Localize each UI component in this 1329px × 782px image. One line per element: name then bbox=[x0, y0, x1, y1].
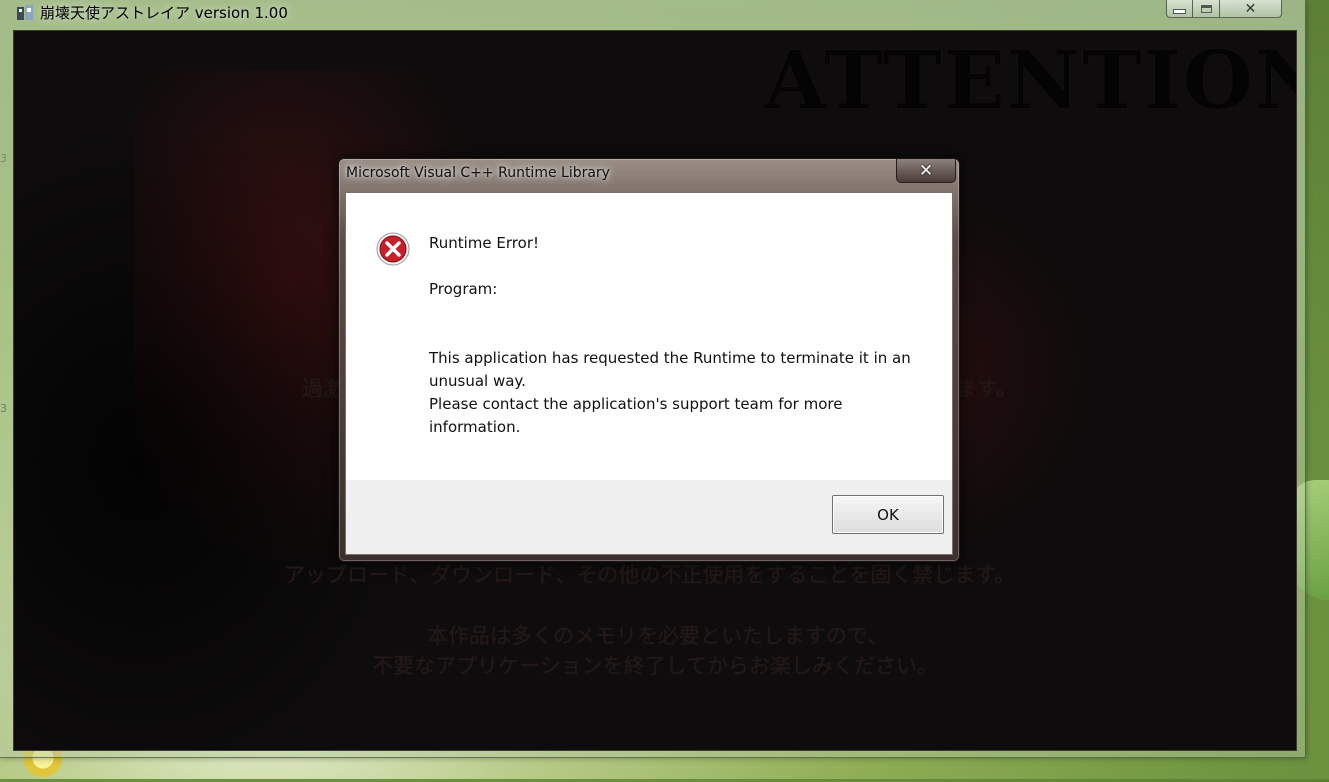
ok-button[interactable]: OK bbox=[832, 495, 944, 534]
maximize-icon bbox=[1200, 4, 1212, 13]
error-icon bbox=[376, 232, 410, 266]
error-heading: Runtime Error! bbox=[429, 234, 539, 252]
dialog-close-button[interactable]: ✕ bbox=[896, 159, 956, 183]
dialog-body: Runtime Error! Program: This application… bbox=[345, 192, 953, 555]
minimize-icon bbox=[1173, 9, 1186, 14]
attention-heading: ATTENTION bbox=[764, 33, 1297, 127]
error-message-line: Please contact the application's support… bbox=[429, 395, 843, 436]
background-text: 不要なアプリケーションを終了してからお楽しみください。 bbox=[372, 654, 938, 678]
app-titlebar[interactable]: 崩壊天使アストレイア version 1.00 ✕ bbox=[0, 0, 1305, 28]
minimize-button[interactable] bbox=[1166, 0, 1193, 18]
window-close-button[interactable]: ✕ bbox=[1220, 0, 1282, 18]
background-text: アップロード、ダウンロード、その他の不正使用をすることを固く禁じます。 bbox=[284, 563, 1016, 587]
runtime-error-dialog: Microsoft Visual C++ Runtime Library ✕ R… bbox=[338, 158, 960, 562]
close-icon: ✕ bbox=[1244, 0, 1257, 17]
app-icon bbox=[17, 5, 33, 20]
program-label: Program: bbox=[429, 280, 498, 298]
dialog-button-panel: OK bbox=[346, 480, 952, 554]
maximize-button[interactable] bbox=[1193, 0, 1220, 18]
error-message: This application has requested the Runti… bbox=[429, 347, 929, 439]
app-title: 崩壊天使アストレイア version 1.00 bbox=[40, 4, 288, 22]
caption-buttons: ✕ bbox=[1166, 0, 1282, 19]
dialog-title: Microsoft Visual C++ Runtime Library bbox=[346, 165, 610, 181]
error-message-line: This application has requested the Runti… bbox=[429, 349, 911, 390]
close-icon: ✕ bbox=[918, 160, 934, 181]
background-text: 本作品は多くのメモリを必要といたしますので、 bbox=[427, 624, 889, 648]
background-text: ます。 bbox=[956, 377, 1017, 401]
